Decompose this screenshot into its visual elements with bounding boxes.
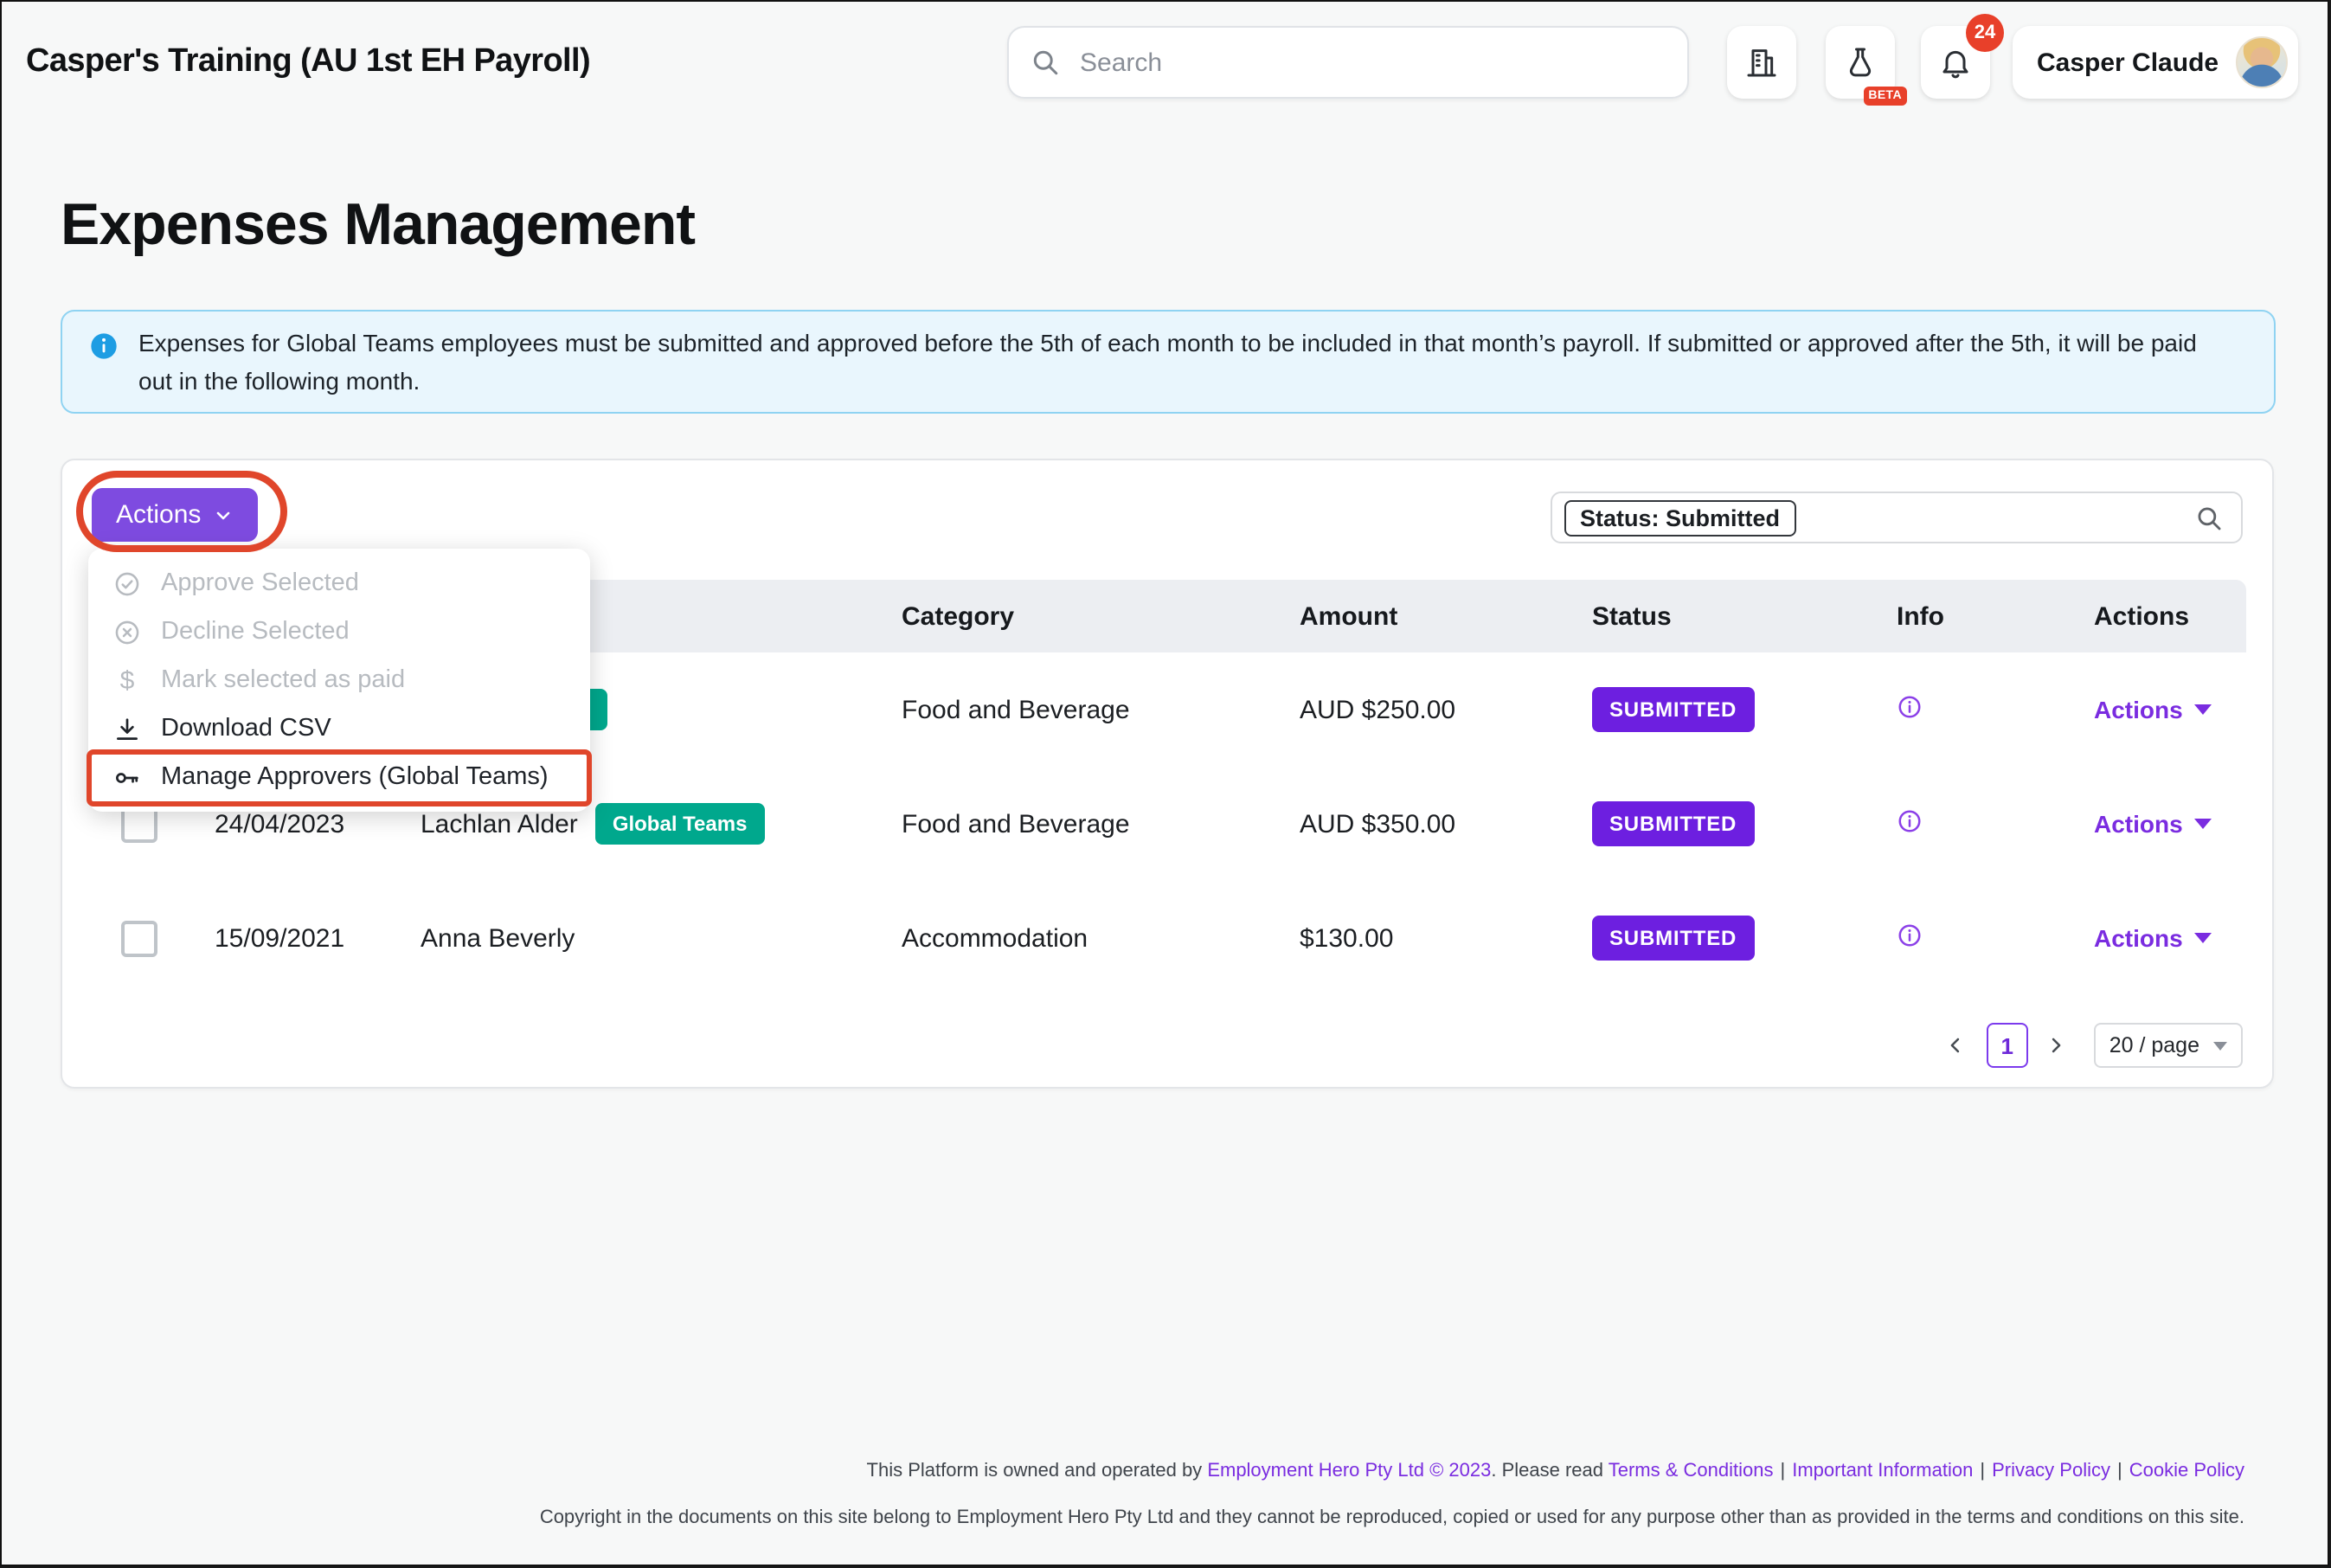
menu-item-download-csv[interactable]: Download CSV bbox=[88, 704, 590, 753]
pagination-prev-button[interactable] bbox=[1943, 1031, 1971, 1059]
info-banner: Expenses for Global Teams employees must… bbox=[61, 310, 2276, 414]
page-size-select[interactable]: 20 / page bbox=[2094, 1023, 2243, 1068]
footer-separator: | bbox=[1980, 1461, 1985, 1481]
chevron-down-icon bbox=[2213, 1041, 2227, 1050]
footer-line-1: This Platform is owned and operated by E… bbox=[540, 1459, 2244, 1485]
cell-employee: Anna Beverly bbox=[421, 923, 575, 953]
header-amount: Amount bbox=[1272, 601, 1564, 631]
actions-button[interactable]: Actions bbox=[92, 488, 258, 542]
actions-dropdown-menu: Approve Selected Decline Selected $ Mark… bbox=[88, 549, 590, 812]
check-circle-icon bbox=[112, 569, 142, 598]
row-actions-label: Actions bbox=[2094, 809, 2183, 837]
menu-item-label: Manage Approvers (Global Teams) bbox=[161, 763, 549, 791]
x-circle-icon bbox=[112, 617, 142, 646]
page-title: Expenses Management bbox=[61, 189, 695, 261]
header-actions: Actions bbox=[2066, 601, 2246, 631]
caret-down-icon bbox=[2195, 818, 2212, 828]
app-window: Casper's Training (AU 1st EH Payroll) BE… bbox=[0, 0, 2329, 1566]
building-icon bbox=[1744, 45, 1779, 80]
menu-item-decline-selected[interactable]: Decline Selected bbox=[88, 607, 590, 656]
filter-search-icon[interactable] bbox=[2194, 503, 2224, 532]
menu-item-label: Download CSV bbox=[161, 715, 331, 742]
footer: This Platform is owned and operated by E… bbox=[540, 1459, 2244, 1552]
menu-item-manage-approvers[interactable]: Manage Approvers (Global Teams) bbox=[88, 753, 590, 801]
menu-item-label: Approve Selected bbox=[161, 569, 359, 597]
avatar bbox=[2236, 36, 2288, 88]
key-icon bbox=[112, 762, 142, 792]
banner-text: Expenses for Global Teams employees must… bbox=[138, 325, 2215, 400]
menu-item-approve-selected[interactable]: Approve Selected bbox=[88, 559, 590, 607]
info-icon bbox=[90, 332, 118, 360]
row-checkbox[interactable] bbox=[121, 920, 157, 956]
bell-icon bbox=[1938, 45, 1973, 80]
beta-badge: BETA bbox=[1863, 87, 1907, 106]
footer-separator: | bbox=[2117, 1461, 2122, 1481]
row-info-icon[interactable] bbox=[1897, 807, 1923, 833]
org-switcher-button[interactable] bbox=[1727, 26, 1796, 99]
caret-down-icon bbox=[2195, 932, 2212, 942]
status-badge: SUBMITTED bbox=[1592, 916, 1754, 961]
chevron-right-icon bbox=[2044, 1033, 2068, 1057]
row-info-icon[interactable] bbox=[1897, 922, 1923, 948]
user-menu[interactable]: Casper Claude bbox=[2013, 26, 2298, 99]
global-search bbox=[1007, 26, 1689, 99]
menu-item-mark-paid[interactable]: $ Mark selected as paid bbox=[88, 656, 590, 704]
footer-text: . Please read bbox=[1491, 1461, 1608, 1481]
caret-down-icon bbox=[2195, 704, 2212, 714]
footer-link-privacy-policy[interactable]: Privacy Policy bbox=[1992, 1461, 2110, 1481]
status-filter-tag[interactable]: Status: Submitted bbox=[1564, 499, 1795, 536]
row-info-icon[interactable] bbox=[1897, 693, 1923, 719]
cell-category: Food and Beverage bbox=[874, 695, 1272, 724]
table-row: 15/09/2021 Anna Beverly Accommodation $1… bbox=[92, 881, 2246, 995]
cell-category: Food and Beverage bbox=[874, 809, 1272, 839]
filter-bar[interactable]: Status: Submitted bbox=[1551, 492, 2243, 543]
header-info: Info bbox=[1869, 601, 2066, 631]
org-title: Casper's Training (AU 1st EH Payroll) bbox=[26, 43, 590, 81]
row-actions-label: Actions bbox=[2094, 695, 2183, 723]
footer-separator: | bbox=[1781, 1461, 1786, 1481]
download-icon bbox=[112, 714, 142, 743]
labs-button[interactable]: BETA bbox=[1826, 26, 1895, 99]
menu-item-label: Mark selected as paid bbox=[161, 666, 405, 694]
cell-amount: AUD $250.00 bbox=[1272, 695, 1564, 724]
dollar-icon: $ bbox=[120, 667, 135, 693]
footer-link-cookie-policy[interactable]: Cookie Policy bbox=[2129, 1461, 2244, 1481]
search-icon bbox=[1030, 47, 1061, 78]
footer-link-important-information[interactable]: Important Information bbox=[1792, 1461, 1973, 1481]
footer-line-2: Copyright in the documents on this site … bbox=[540, 1506, 2244, 1532]
chevron-left-icon bbox=[1943, 1033, 1968, 1057]
search-input[interactable] bbox=[1076, 46, 1666, 79]
cell-amount: $130.00 bbox=[1272, 923, 1564, 953]
row-actions-button[interactable]: Actions bbox=[2094, 809, 2212, 837]
notifications-button[interactable]: 24 bbox=[1921, 26, 1990, 99]
row-actions-button[interactable]: Actions bbox=[2094, 923, 2212, 951]
footer-link-employment-hero[interactable]: Employment Hero Pty Ltd © 2023 bbox=[1207, 1461, 1491, 1481]
notification-count-badge: 24 bbox=[1966, 14, 2004, 52]
row-actions-label: Actions bbox=[2094, 923, 2183, 951]
footer-link-terms[interactable]: Terms & Conditions bbox=[1609, 1461, 1774, 1481]
page-size-value: 20 / page bbox=[2109, 1033, 2199, 1057]
flask-icon bbox=[1843, 45, 1878, 80]
pagination: 1 20 / page bbox=[1943, 1023, 2243, 1068]
header-status: Status bbox=[1564, 601, 1869, 631]
chevron-down-icon bbox=[213, 504, 234, 525]
team-badge: Global Teams bbox=[595, 803, 765, 845]
actions-button-label: Actions bbox=[116, 500, 201, 530]
footer-text: This Platform is owned and operated by bbox=[867, 1461, 1208, 1481]
cell-employee: Lachlan Alder bbox=[421, 809, 578, 839]
cell-date: 15/09/2021 bbox=[187, 923, 393, 953]
menu-item-label: Decline Selected bbox=[161, 618, 350, 646]
pagination-page-1[interactable]: 1 bbox=[1987, 1023, 2028, 1068]
pagination-next-button[interactable] bbox=[2044, 1031, 2071, 1059]
header-category: Category bbox=[874, 601, 1272, 631]
cell-amount: AUD $350.00 bbox=[1272, 809, 1564, 839]
cell-date: 24/04/2023 bbox=[187, 809, 393, 839]
user-name: Casper Claude bbox=[2037, 48, 2236, 77]
row-actions-button[interactable]: Actions bbox=[2094, 695, 2212, 723]
cell-category: Accommodation bbox=[874, 923, 1272, 953]
status-badge: SUBMITTED bbox=[1592, 687, 1754, 732]
status-badge: SUBMITTED bbox=[1592, 801, 1754, 846]
